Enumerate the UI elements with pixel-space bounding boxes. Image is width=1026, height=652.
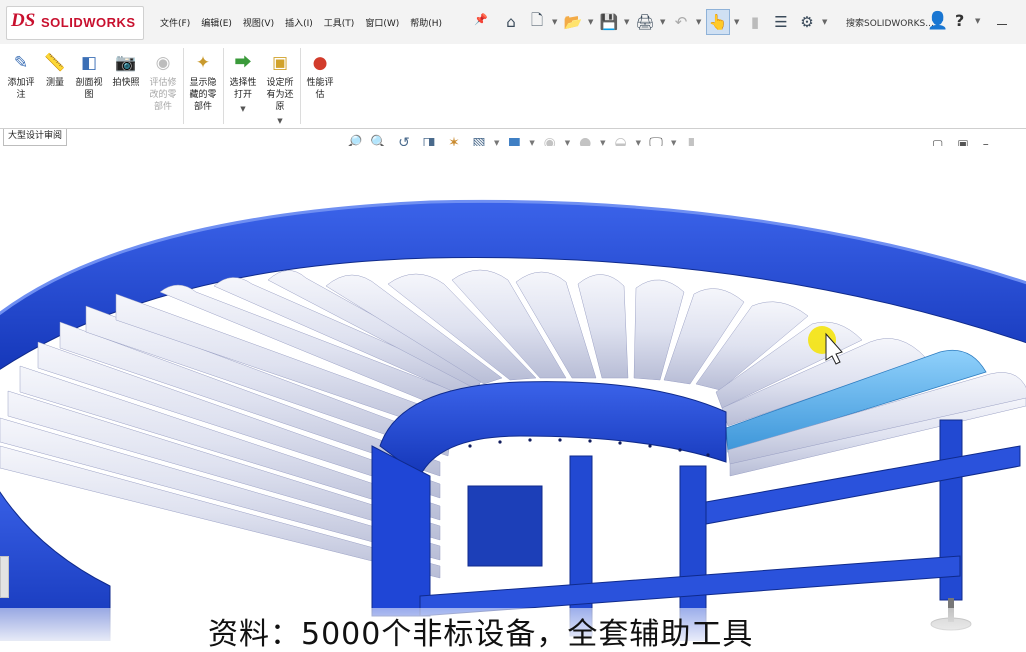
add-comment-button[interactable]: ✎ 添加评 注 — [4, 52, 38, 101]
undo-icon[interactable]: ↶ — [670, 10, 692, 34]
measure-icon: 📏 — [44, 53, 66, 73]
print-icon[interactable]: 🖨 — [634, 10, 656, 34]
menu-window[interactable]: 窗口(W) — [365, 16, 399, 29]
button-label: 评估修 — [149, 78, 177, 88]
search-commands-field[interactable]: 搜索SOLIDWORKS... — [846, 16, 934, 29]
chevron-down-icon[interactable]: ▼ — [226, 103, 260, 115]
leg — [467, 485, 543, 567]
chevron-down-icon[interactable]: ▼ — [696, 18, 702, 26]
menu-view[interactable]: 视图(V) — [243, 16, 274, 29]
section-view-icon: ◧ — [80, 53, 98, 73]
select-cursor-icon[interactable]: 👆 — [706, 9, 730, 35]
title-bar: DS SOLIDWORKS 文件(F) 编辑(E) 视图(V) 插入(I) 工具… — [0, 0, 1026, 45]
quick-access-toolbar: ⌂ 🗋 ▼ 📂 ▼ 💾 ▼ 🖨 ▼ ↶ ▼ 👆 ▼ ▮ ☰ ⚙ ▼ — [500, 9, 828, 35]
gear-icon[interactable]: ⚙ — [796, 10, 818, 34]
button-label: 原 — [275, 102, 285, 112]
tab-large-design-review[interactable]: 大型设计审阅 — [3, 129, 68, 146]
set-resolved-icon: ▣ — [271, 53, 289, 73]
menu-tools[interactable]: 工具(T) — [324, 16, 355, 29]
chevron-down-icon[interactable]: ▼ — [975, 17, 980, 25]
button-label: 部件 — [153, 102, 172, 112]
open-folder-icon[interactable]: 📂 — [562, 10, 584, 34]
show-hidden-icon: ✦ — [195, 53, 211, 73]
inner-rail-side — [371, 445, 431, 617]
show-hidden-components-button[interactable]: ✦ 显示隐 藏的零 部件 — [186, 52, 220, 113]
ds-logo-mark: DS — [11, 10, 36, 31]
conveyor-3d-model[interactable] — [0, 146, 1026, 641]
chevron-down-icon[interactable]: ▼ — [624, 18, 630, 26]
measure-button[interactable]: 📏 测量 — [41, 52, 69, 89]
chevron-down-icon[interactable]: ▼ — [734, 18, 740, 26]
button-label: 有为还 — [266, 90, 294, 100]
button-label: 图 — [84, 90, 94, 100]
chevron-down-icon[interactable]: ▼ — [822, 18, 828, 26]
button-label: 添加评 — [7, 78, 35, 88]
ribbon-separator — [223, 48, 224, 124]
logo-text: SOLIDWORKS — [41, 15, 136, 30]
evaluate-modified-components-button[interactable]: ◉ 评估修 改的零 部件 — [146, 52, 180, 113]
camera-icon: 📷 — [115, 53, 137, 73]
performance-evaluation-button[interactable]: ● 性能评 估 — [303, 52, 337, 101]
pin-icon[interactable]: 📌 — [474, 13, 488, 26]
new-document-icon[interactable]: 🗋 — [526, 10, 548, 34]
chevron-down-icon[interactable]: ▼ — [588, 18, 594, 26]
ribbon-separator — [183, 48, 184, 124]
button-label: 注 — [16, 90, 26, 100]
minimize-button[interactable] — [997, 24, 1007, 25]
button-label: 藏的零 — [189, 90, 217, 100]
collapsed-panel-tab[interactable] — [0, 556, 9, 598]
button-label: 测量 — [45, 78, 64, 88]
eye-icon: ◉ — [155, 53, 171, 73]
button-label: 拍快照 — [112, 78, 140, 88]
graphics-area[interactable] — [0, 146, 1026, 641]
traffic-light-icon[interactable]: ▮ — [744, 10, 766, 34]
menu-bar: 文件(F) 编辑(E) 视图(V) 插入(I) 工具(T) 窗口(W) 帮助(H… — [160, 16, 442, 29]
set-all-resolved-button[interactable]: ▣ 设定所 有为还 原 ▼ — [263, 52, 297, 127]
button-label: 估 — [315, 90, 325, 100]
save-icon[interactable]: 💾 — [598, 10, 620, 34]
add-comment-icon: ✎ — [13, 53, 29, 73]
button-label: 改的零 — [149, 90, 177, 100]
menu-help[interactable]: 帮助(H) — [410, 16, 442, 29]
help-icon[interactable]: ? — [955, 11, 964, 30]
button-label: 打开 — [233, 90, 252, 100]
button-label: 设定所 — [266, 78, 294, 88]
performance-icon: ● — [312, 53, 328, 73]
take-snapshot-button[interactable]: 📷 拍快照 — [109, 52, 143, 89]
button-label: 剖面视 — [75, 78, 103, 88]
chevron-down-icon[interactable]: ▼ — [660, 18, 666, 26]
button-label: 部件 — [193, 102, 212, 112]
solidworks-logo[interactable]: DS SOLIDWORKS — [6, 6, 144, 40]
chevron-down-icon[interactable]: ▼ — [263, 115, 297, 127]
chevron-down-icon[interactable]: ▼ — [552, 18, 558, 26]
home-icon[interactable]: ⌂ — [500, 10, 522, 34]
menu-file[interactable]: 文件(F) — [160, 16, 190, 29]
selective-open-button[interactable]: ⮕ 选择性 打开 ▼ — [226, 52, 260, 115]
video-caption: 资料：5000个非标设备，全套辅助工具 — [208, 617, 754, 652]
command-manager-ribbon: ✎ 添加评 注 📏 测量 ◧ 剖面视 图 📷 拍快照 ◉ 评估修 改的零 部件 … — [0, 44, 1026, 129]
button-label: 性能评 — [306, 78, 334, 88]
ribbon-separator — [300, 48, 301, 124]
selective-open-icon: ⮕ — [234, 53, 252, 73]
section-view-button[interactable]: ◧ 剖面视 图 — [72, 52, 106, 101]
user-icon[interactable]: 👤 — [927, 11, 948, 31]
menu-edit[interactable]: 编辑(E) — [201, 16, 232, 29]
button-label: 选择性 — [229, 78, 257, 88]
file-properties-icon[interactable]: ☰ — [770, 10, 792, 34]
menu-insert[interactable]: 插入(I) — [285, 16, 313, 29]
button-label: 显示隐 — [189, 78, 217, 88]
